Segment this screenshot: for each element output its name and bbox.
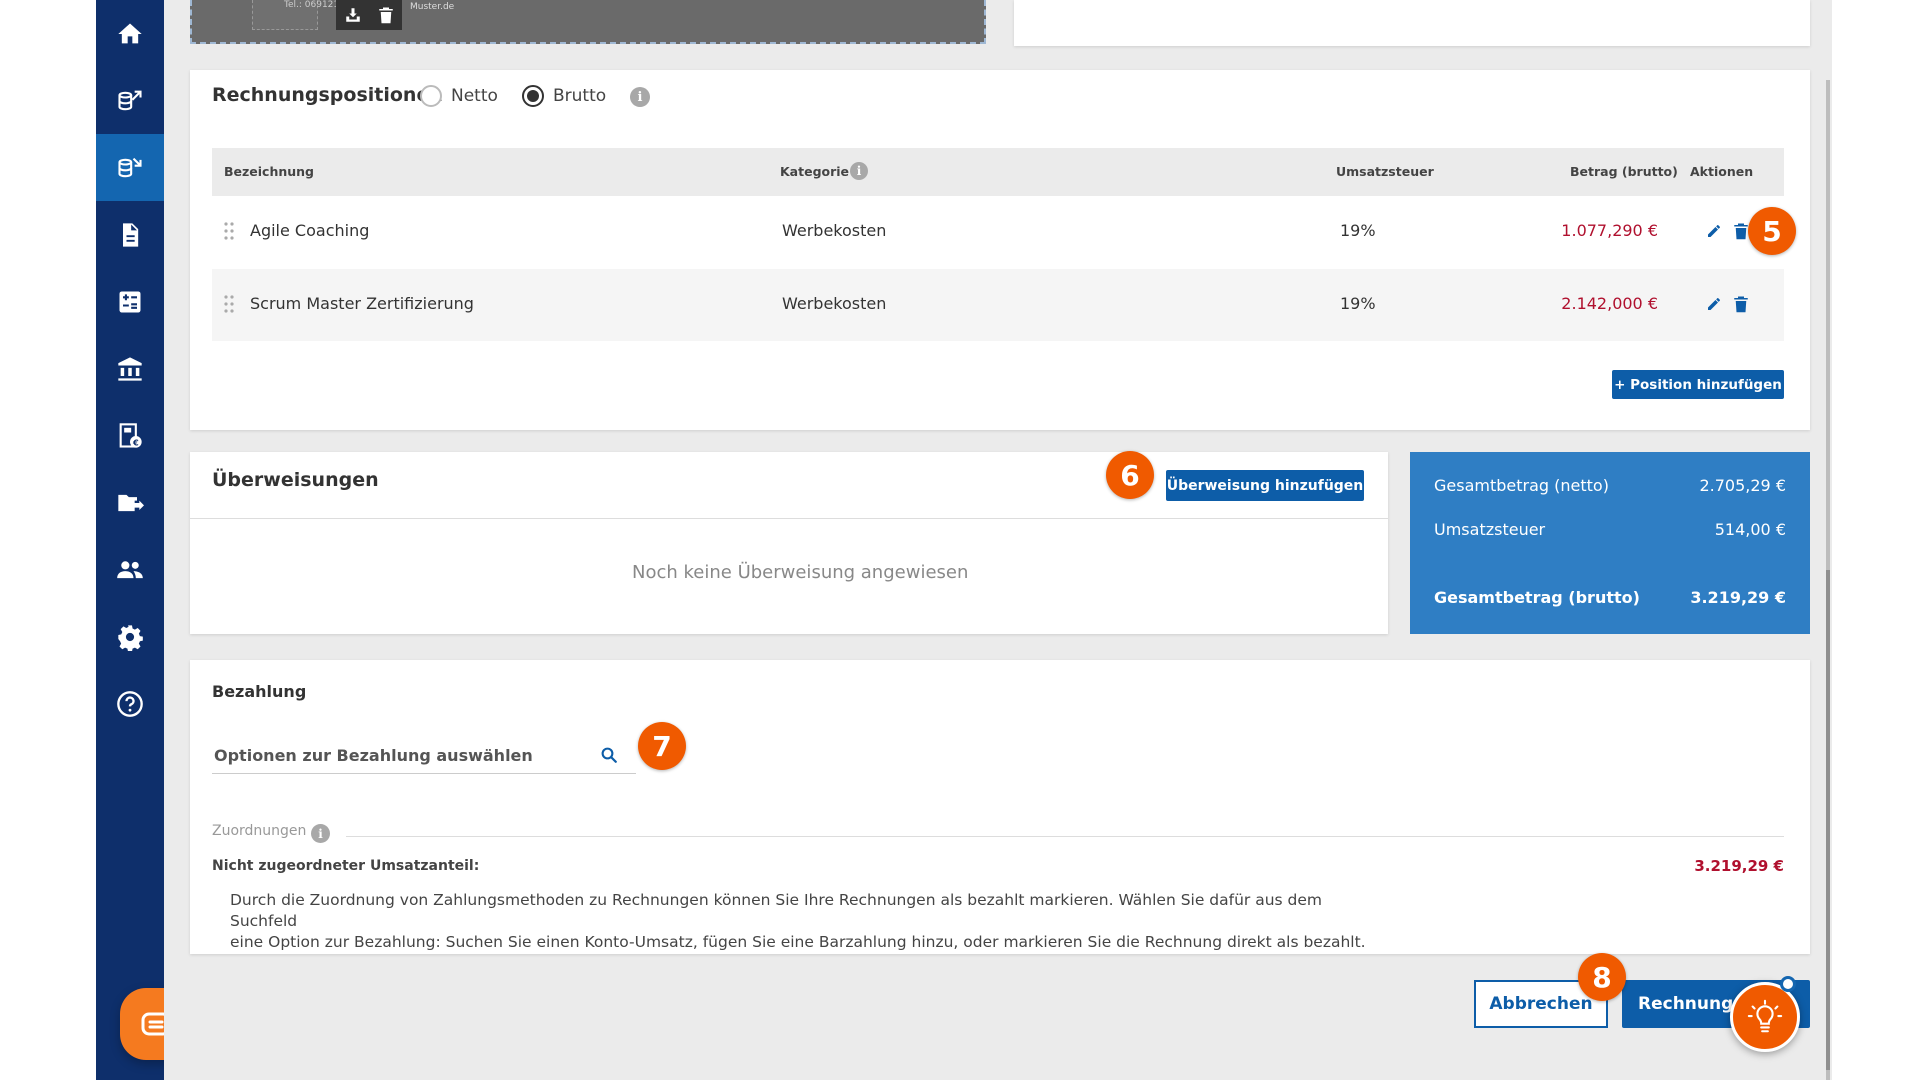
drag-handle-icon[interactable]	[224, 222, 234, 240]
sidebar-item-help[interactable]	[96, 670, 164, 737]
table-row[interactable]: Scrum Master Zertifizierung Werbekosten …	[212, 269, 1784, 341]
scrollbar-thumb[interactable]	[1826, 570, 1830, 1070]
document-icon	[123, 222, 139, 247]
header-kategorie: Kategorie	[780, 164, 850, 179]
sidebar-item-bank[interactable]	[96, 335, 164, 402]
revenue-icon	[118, 90, 142, 110]
header-betrag: Betrag (brutto)	[1570, 164, 1678, 179]
header-umsatzsteuer: Umsatzsteuer	[1336, 164, 1434, 179]
transfers-empty-text: Noch keine Überweisung angewiesen	[632, 562, 969, 583]
zuordnungen-divider	[346, 836, 1784, 837]
total-ust-label: Umsatzsteuer	[1434, 520, 1546, 539]
folder-export-icon	[118, 494, 144, 511]
step-badge-5: 5	[1748, 207, 1796, 255]
radio-netto-circle[interactable]	[420, 85, 442, 107]
sidebar-item-contacts[interactable]	[96, 536, 164, 603]
total-netto-value: 2.705,29 €	[1699, 476, 1786, 495]
cell-kategorie: Werbekosten	[782, 294, 887, 313]
total-netto-label: Gesamtbetrag (netto)	[1434, 476, 1609, 495]
payment-search-input[interactable]: Optionen zur Bezahlung auswählen	[212, 740, 636, 774]
unassigned-value: 3.219,29 €	[1694, 857, 1784, 875]
payment-title: Bezahlung	[212, 682, 307, 701]
trash-icon[interactable]	[378, 6, 394, 24]
radio-brutto[interactable]: Brutto	[522, 85, 606, 107]
contacts-icon	[117, 560, 143, 578]
edit-icon[interactable]	[1706, 222, 1722, 240]
sidebar: €	[96, 0, 164, 1080]
positions-table-header: Bezeichnung Kategorie i Umsatzsteuer Bet…	[212, 148, 1784, 196]
total-brutto-label: Gesamtbetrag (brutto)	[1434, 588, 1640, 607]
unassigned-label: Nicht zugeordneter Umsatzanteil:	[212, 858, 480, 874]
search-icon[interactable]	[600, 746, 618, 764]
totals-panel: Gesamtbetrag (netto) 2.705,29 € Umsatzst…	[1410, 452, 1810, 634]
drag-handle-icon[interactable]	[224, 295, 234, 313]
document-email-text: Muster.de	[410, 2, 455, 12]
document-preview[interactable]: Tel.: 06912134 Muster.de	[190, 0, 986, 44]
svg-text:€: €	[132, 437, 139, 447]
sidebar-item-home[interactable]	[96, 0, 164, 67]
radio-brutto-label: Brutto	[553, 86, 607, 106]
add-position-button[interactable]: + Position hinzufügen	[1612, 370, 1784, 399]
home-icon	[118, 23, 142, 43]
positions-title: Rechnungspositionen	[212, 84, 443, 106]
trash-icon[interactable]	[1733, 222, 1749, 240]
transfers-divider	[190, 518, 1388, 519]
notification-dot	[1780, 976, 1796, 992]
table-row[interactable]: Agile Coaching Werbekosten 19% 1.077,290…	[212, 196, 1784, 268]
cell-kategorie: Werbekosten	[782, 221, 887, 240]
total-ust-value: 514,00 €	[1714, 520, 1786, 539]
sidebar-item-expenses[interactable]	[96, 134, 164, 201]
kategorie-info-icon[interactable]: i	[850, 162, 868, 180]
tips-button[interactable]	[1730, 982, 1800, 1052]
tax-icon: €	[119, 422, 142, 448]
help-icon	[117, 690, 143, 717]
radio-netto-label: Netto	[451, 86, 498, 106]
step-badge-7: 7	[638, 722, 686, 770]
cell-umsatzsteuer: 19%	[1340, 294, 1376, 313]
cell-umsatzsteuer: 19%	[1340, 221, 1376, 240]
payment-description-line2: eine Option zur Bezahlung: Suchen Sie ei…	[230, 933, 1366, 951]
trash-icon[interactable]	[1733, 295, 1749, 313]
positions-info-icon[interactable]: i	[630, 87, 650, 107]
download-icon[interactable]	[344, 6, 362, 24]
step-badge-8: 8	[1578, 953, 1626, 1001]
sidebar-item-export[interactable]	[96, 469, 164, 536]
sidebar-item-calculator[interactable]	[96, 268, 164, 335]
header-bezeichnung: Bezeichnung	[224, 164, 314, 179]
sidebar-item-settings[interactable]	[96, 603, 164, 670]
lightbulb-icon	[1747, 999, 1783, 1033]
sidebar-item-tax[interactable]: €	[96, 402, 164, 469]
expenses-icon	[118, 157, 142, 177]
step-badge-6: 6	[1106, 451, 1154, 499]
edit-icon[interactable]	[1706, 295, 1722, 313]
document-toolbar	[336, 0, 402, 30]
payment-description-line1: Durch die Zuordnung von Zahlungsmethoden…	[230, 891, 1323, 930]
radio-netto[interactable]: Netto	[420, 85, 498, 107]
document-side-card	[1014, 0, 1810, 46]
transfers-title: Überweisungen	[212, 469, 379, 491]
radio-brutto-circle[interactable]	[522, 85, 544, 107]
sidebar-item-revenue[interactable]	[96, 67, 164, 134]
cell-betrag: 1.077,290 €	[1561, 221, 1658, 240]
settings-icon	[118, 624, 143, 651]
cell-betrag: 2.142,000 €	[1561, 294, 1658, 313]
add-transfer-button[interactable]: Überweisung hinzufügen	[1166, 470, 1364, 501]
sidebar-item-documents[interactable]	[96, 201, 164, 268]
total-brutto-value: 3.219,29 €	[1690, 588, 1786, 607]
cell-bezeichnung: Agile Coaching	[250, 221, 370, 240]
bank-icon	[118, 356, 142, 381]
calculator-icon	[119, 291, 141, 312]
payment-search-placeholder: Optionen zur Bezahlung auswählen	[214, 746, 533, 765]
payment-description: Durch die Zuordnung von Zahlungsmethoden…	[230, 890, 1390, 953]
zuordnungen-label: Zuordnungen	[212, 823, 307, 839]
zuordnungen-info-icon[interactable]: i	[311, 824, 330, 843]
header-aktionen: Aktionen	[1690, 164, 1754, 179]
cell-bezeichnung: Scrum Master Zertifizierung	[250, 294, 474, 313]
